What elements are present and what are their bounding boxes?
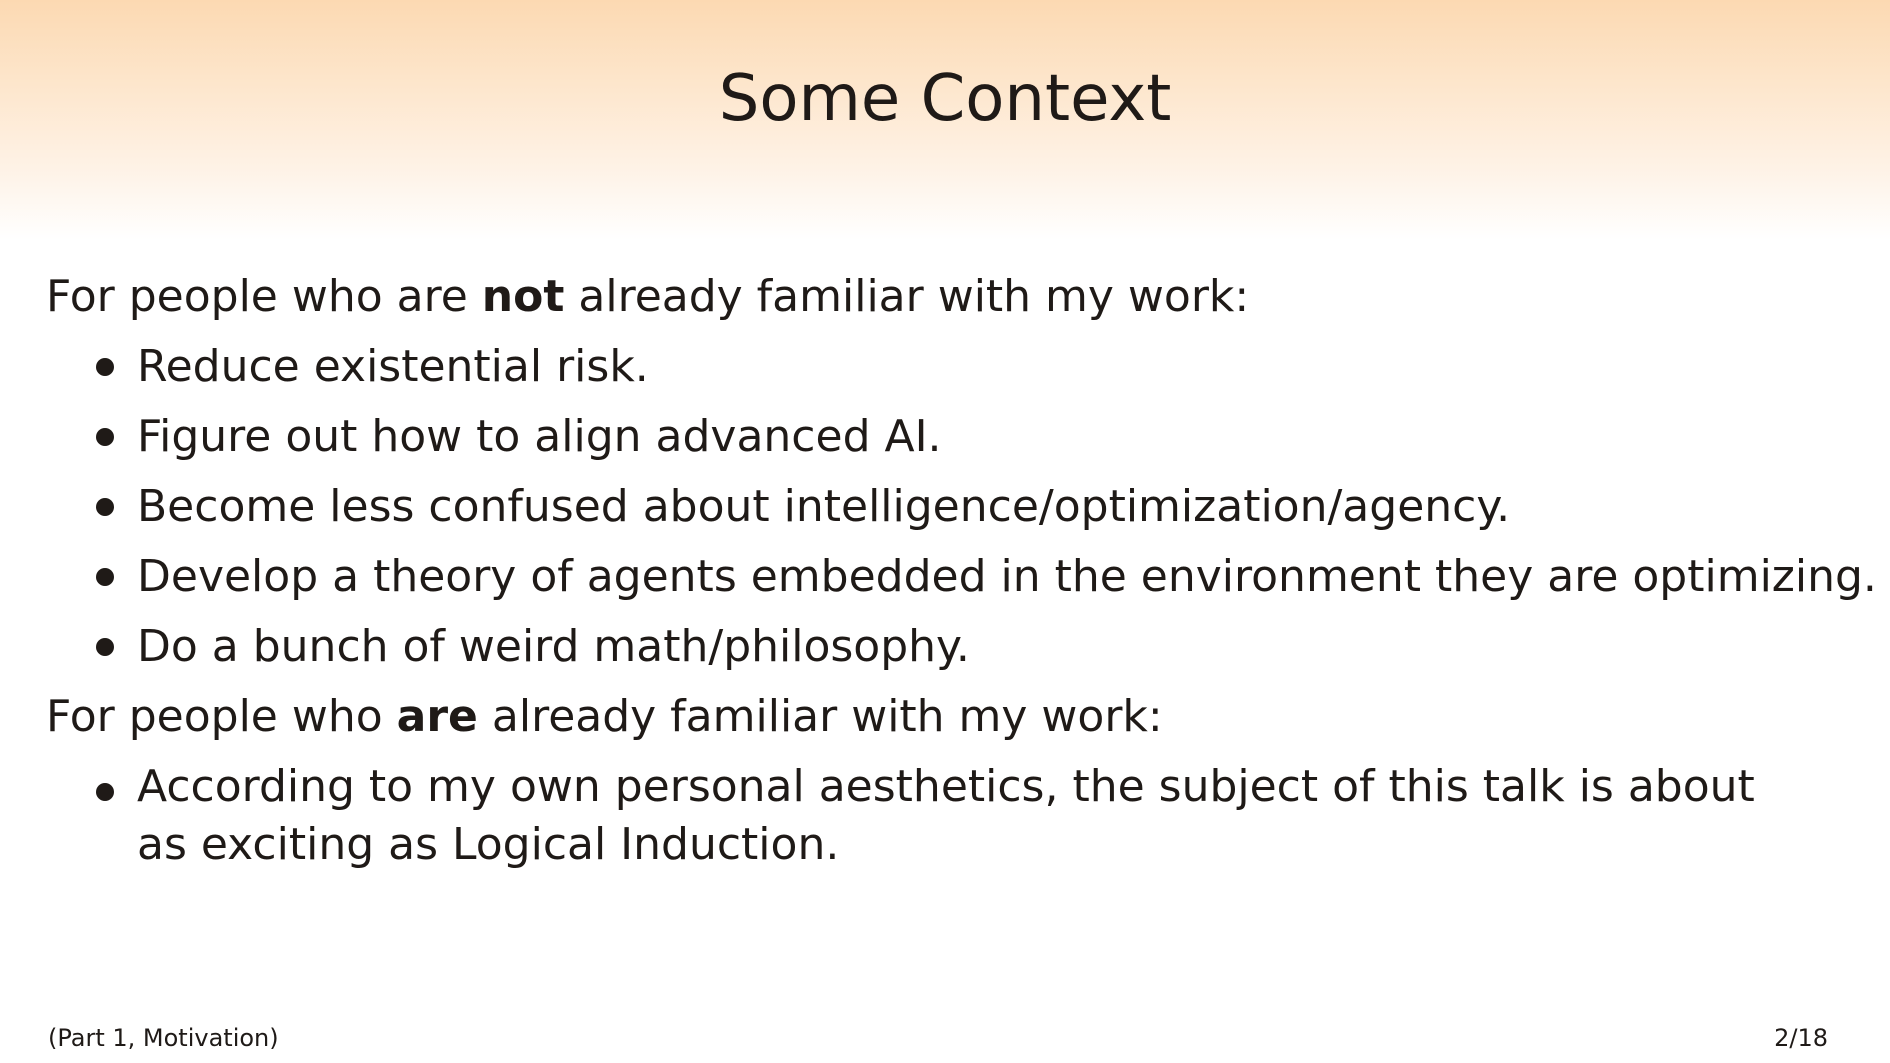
- bullet-icon: [96, 498, 114, 516]
- footer-section-label: (Part 1, Motivation): [48, 1024, 279, 1052]
- list-item: According to my own personal aesthetics,…: [46, 752, 1757, 874]
- bullet-icon: [96, 568, 114, 586]
- slide-title: Some Context: [718, 62, 1172, 136]
- footer-page-number: 2/18: [1774, 1024, 1828, 1052]
- section-intro-not-familiar: For people who are not already familiar …: [46, 262, 1846, 332]
- bullet-icon: [96, 638, 114, 656]
- intro-prefix: For people who: [46, 691, 397, 742]
- list-item-text: Reduce existential risk.: [137, 341, 649, 392]
- bullet-icon: [96, 783, 114, 801]
- intro-suffix: already familiar with my work:: [564, 271, 1250, 322]
- list-item: Become less confused about intelligence/…: [46, 472, 1846, 542]
- list-item: Figure out how to align advanced AI.: [46, 402, 1846, 472]
- bullet-list-not-familiar: Reduce existential risk. Figure out how …: [46, 332, 1877, 682]
- list-item-text: Do a bunch of weird math/philosophy.: [137, 621, 970, 672]
- slide: Some Context For people who are not alre…: [0, 0, 1890, 1063]
- list-item: Develop a theory of agents embedded in t…: [46, 542, 1877, 612]
- intro-suffix: already familiar with my work:: [477, 691, 1163, 742]
- list-item-text: Become less confused about intelligence/…: [137, 481, 1511, 532]
- list-item-text: According to my own personal aesthetics,…: [137, 761, 1755, 870]
- list-item-text: Develop a theory of agents embedded in t…: [137, 551, 1877, 602]
- list-item: Reduce existential risk.: [46, 332, 1846, 402]
- bullet-list-familiar: According to my own personal aesthetics,…: [46, 752, 1846, 874]
- bullet-icon: [96, 358, 114, 376]
- intro-emphasis: are: [396, 691, 478, 742]
- bullet-icon: [96, 428, 114, 446]
- slide-content: For people who are not already familiar …: [46, 262, 1877, 874]
- intro-prefix: For people who are: [46, 271, 482, 322]
- section-intro-familiar: For people who are already familiar with…: [46, 682, 1846, 752]
- slide-header: Some Context: [0, 0, 1890, 240]
- list-item-text: Figure out how to align advanced AI.: [137, 411, 942, 462]
- list-item: Do a bunch of weird math/philosophy.: [46, 612, 1846, 682]
- intro-emphasis: not: [481, 271, 565, 322]
